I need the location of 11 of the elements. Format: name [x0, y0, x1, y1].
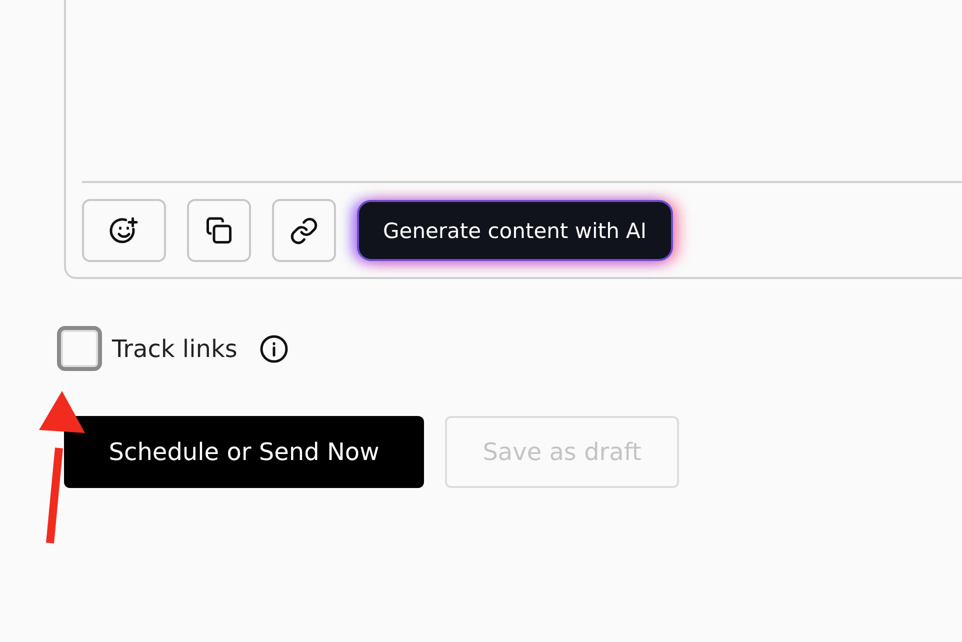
- info-icon[interactable]: [259, 334, 290, 364]
- track-links-checkbox[interactable]: [57, 326, 102, 371]
- schedule-send-button[interactable]: Schedule or Send Now: [64, 416, 424, 488]
- copy-button[interactable]: [187, 199, 251, 262]
- copy-icon: [204, 216, 234, 246]
- smiley-plus-icon: [109, 216, 139, 246]
- track-links-label: Track links: [112, 334, 238, 362]
- emoji-button[interactable]: [82, 199, 166, 262]
- link-icon: [289, 216, 319, 246]
- generate-ai-button[interactable]: Generate content with AI: [357, 200, 673, 261]
- link-button[interactable]: [272, 199, 336, 262]
